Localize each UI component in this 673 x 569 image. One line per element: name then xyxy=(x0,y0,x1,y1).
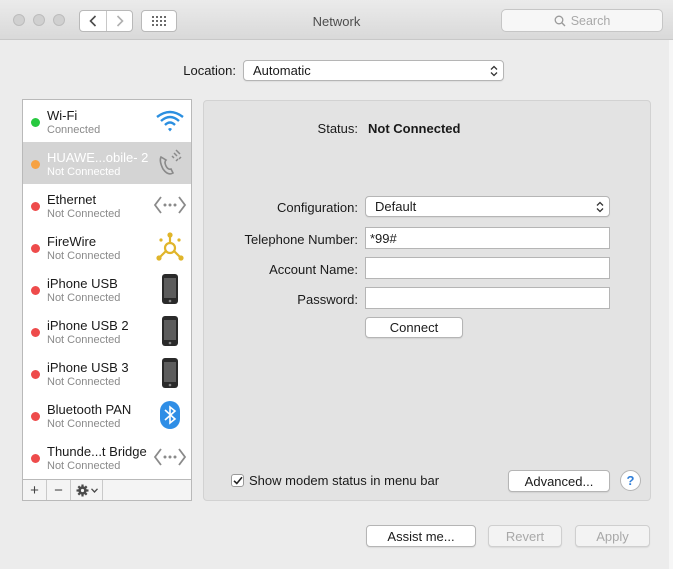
show-modem-status-checkbox[interactable] xyxy=(231,474,244,487)
service-item[interactable]: Thunde...t Bridge Not Connected xyxy=(23,436,191,478)
status-dot xyxy=(31,244,40,253)
password-label: Password: xyxy=(297,292,358,307)
updown-arrows-icon xyxy=(490,65,498,77)
service-status: Not Connected xyxy=(47,166,121,178)
service-actions-button[interactable] xyxy=(71,480,103,500)
help-button[interactable]: ? xyxy=(620,470,641,491)
iphone-icon xyxy=(153,357,187,389)
background-window-edge xyxy=(669,40,673,569)
apply-button[interactable]: Apply xyxy=(575,525,650,547)
configuration-value: Default xyxy=(375,199,417,214)
service-list-controls: + − xyxy=(22,479,192,501)
network-preferences-window: Network Search Location: Automatic Wi-Fi… xyxy=(0,0,673,569)
checkmark-icon xyxy=(232,476,243,485)
chevron-down-icon xyxy=(90,487,98,493)
service-status: Not Connected xyxy=(47,460,121,472)
status-dot xyxy=(31,454,40,463)
ethernet-icon xyxy=(153,189,187,221)
service-list: Wi-Fi Connected HUAWE...obile- 2 Not Connec… xyxy=(22,99,192,501)
gear-icon xyxy=(76,484,88,496)
service-name: Ethernet xyxy=(47,192,97,207)
status-dot xyxy=(31,328,40,337)
firewire-icon xyxy=(153,231,187,263)
wifi-icon xyxy=(153,105,187,137)
phone-modem-icon xyxy=(153,147,187,179)
password-field[interactable] xyxy=(365,287,610,309)
service-item[interactable]: HUAWE...obile- 2 Not Connected xyxy=(23,142,191,184)
service-name: Bluetooth PAN xyxy=(47,402,132,417)
connect-button[interactable]: Connect xyxy=(365,317,463,338)
configuration-label: Configuration: xyxy=(277,200,358,215)
title-bar: Network Search xyxy=(0,0,673,40)
bluetooth-icon xyxy=(153,399,187,431)
status-dot xyxy=(31,286,40,295)
status-value: Not Connected xyxy=(368,121,461,136)
service-name: Thunde...t Bridge xyxy=(47,444,147,459)
status-dot xyxy=(31,202,40,211)
service-name: iPhone USB 3 xyxy=(47,360,129,375)
add-service-button[interactable]: + xyxy=(23,480,47,500)
service-status: Not Connected xyxy=(47,292,121,304)
search-placeholder: Search xyxy=(570,13,611,28)
service-status: Not Connected xyxy=(47,376,121,388)
service-name: FireWire xyxy=(47,234,97,249)
service-name: iPhone USB 2 xyxy=(47,318,129,333)
assist-me-button[interactable]: Assist me... xyxy=(366,525,476,547)
service-status: Not Connected xyxy=(47,418,121,430)
service-detail-panel: Status: Not Connected Configuration: Def… xyxy=(203,100,651,501)
location-row: Location: Automatic xyxy=(0,60,673,82)
status-dot xyxy=(31,118,40,127)
service-item[interactable]: Ethernet Not Connected xyxy=(23,184,191,226)
service-item[interactable]: iPhone USB Not Connected xyxy=(23,268,191,310)
location-value: Automatic xyxy=(253,63,311,78)
remove-service-button[interactable]: − xyxy=(47,480,71,500)
iphone-icon xyxy=(153,273,187,305)
status-dot xyxy=(31,370,40,379)
show-modem-status-label: Show modem status in menu bar xyxy=(249,473,440,488)
location-label: Location: xyxy=(183,63,236,78)
thunderbolt-bridge-icon xyxy=(153,441,187,473)
service-status: Connected xyxy=(47,124,101,136)
iphone-icon xyxy=(153,315,187,347)
advanced-button[interactable]: Advanced... xyxy=(508,470,610,492)
service-name: iPhone USB xyxy=(47,276,118,291)
service-name: HUAWE...obile- 2 xyxy=(47,150,149,165)
telephone-number-field[interactable]: *99# xyxy=(365,227,610,249)
status-label: Status: xyxy=(317,121,358,136)
service-status: Not Connected xyxy=(47,208,121,220)
account-name-label: Account Name: xyxy=(269,262,358,277)
service-item[interactable]: FireWire Not Connected xyxy=(23,226,191,268)
account-name-field[interactable] xyxy=(365,257,610,279)
service-item[interactable]: Bluetooth PAN Not Connected xyxy=(23,394,191,436)
service-item[interactable]: iPhone USB 3 Not Connected xyxy=(23,352,191,394)
configuration-select[interactable]: Default xyxy=(365,196,610,217)
telephone-number-label: Telephone Number: xyxy=(244,232,358,247)
updown-arrows-icon xyxy=(596,201,604,213)
search-icon xyxy=(554,15,566,26)
revert-button[interactable]: Revert xyxy=(488,525,562,547)
status-dot xyxy=(31,412,40,421)
status-dot xyxy=(31,160,40,169)
service-item[interactable]: Wi-Fi Connected xyxy=(23,100,191,142)
search-field[interactable]: Search xyxy=(501,9,663,32)
service-item[interactable]: iPhone USB 2 Not Connected xyxy=(23,310,191,352)
location-select[interactable]: Automatic xyxy=(243,60,504,81)
service-status: Not Connected xyxy=(47,250,121,262)
service-status: Not Connected xyxy=(47,334,121,346)
service-name: Wi-Fi xyxy=(47,108,78,123)
